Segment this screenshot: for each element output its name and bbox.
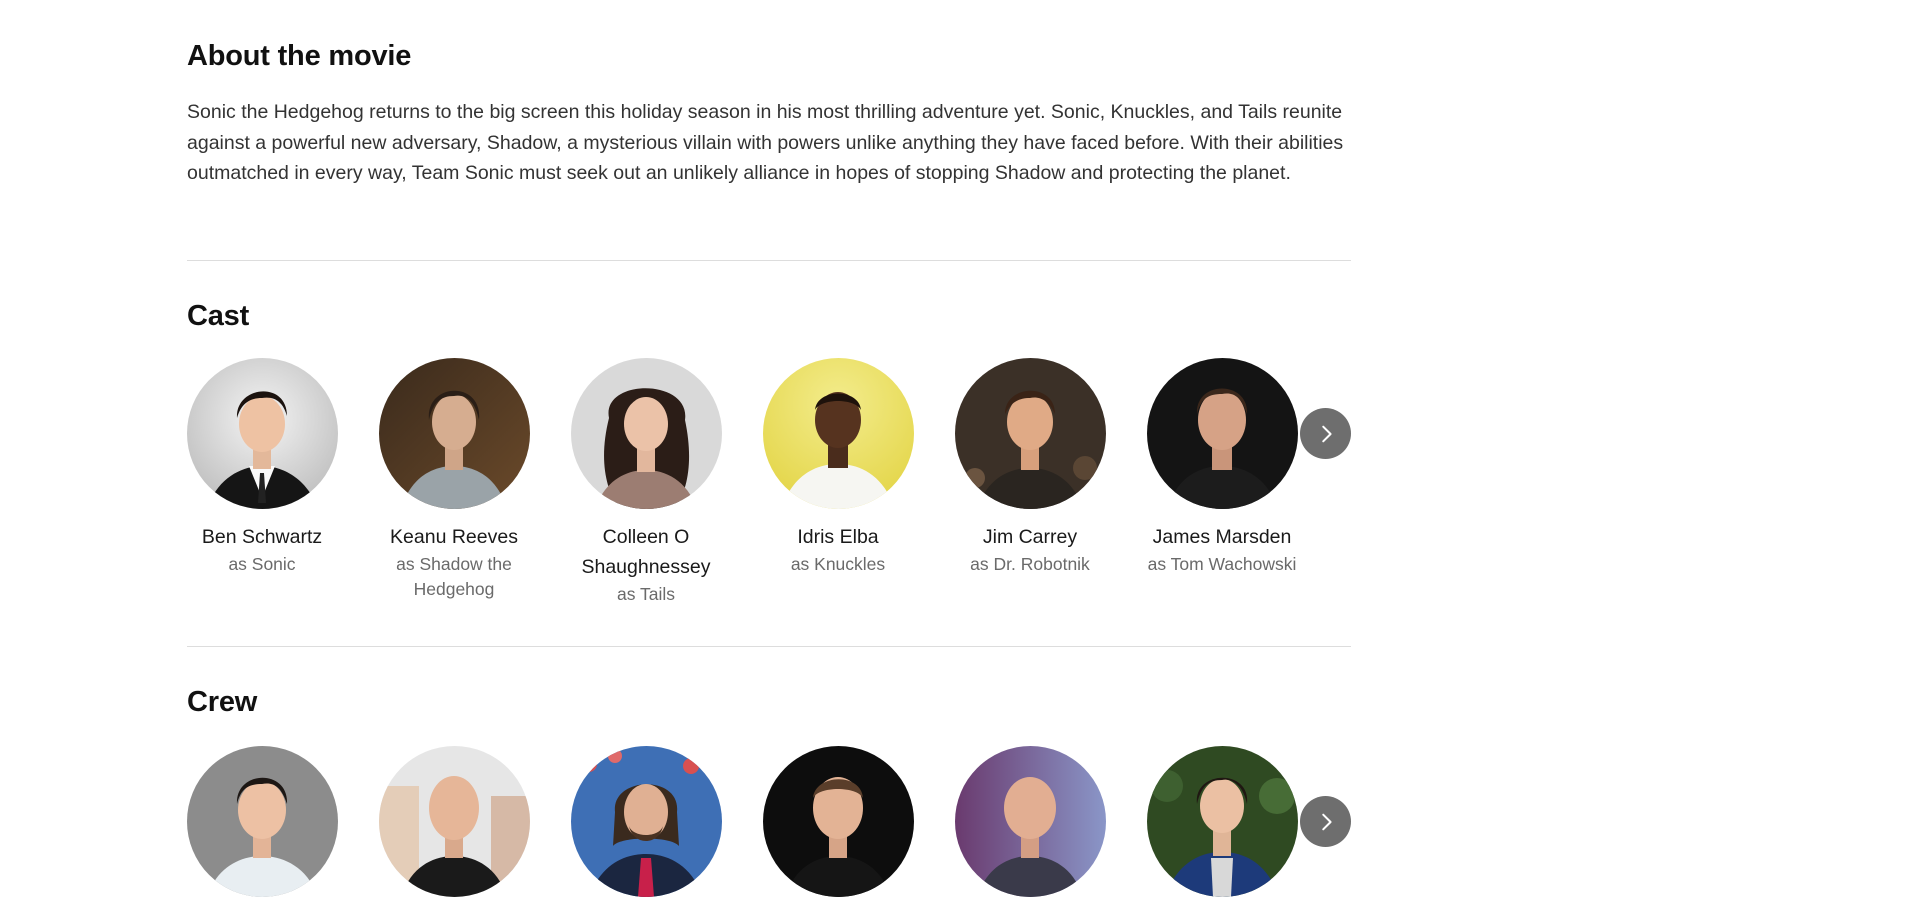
cast-name: Keanu Reeves bbox=[390, 526, 518, 548]
crew-member[interactable] bbox=[950, 746, 1110, 897]
avatar[interactable] bbox=[570, 358, 722, 509]
cast-title: Cast bbox=[187, 300, 250, 332]
divider bbox=[187, 260, 1351, 261]
avatar[interactable] bbox=[570, 746, 722, 897]
chevron-right-icon bbox=[1321, 813, 1332, 830]
crew-member[interactable] bbox=[374, 746, 534, 897]
avatar[interactable] bbox=[1146, 746, 1298, 897]
avatar[interactable] bbox=[378, 358, 530, 509]
avatar[interactable] bbox=[762, 358, 914, 509]
crew-title: Crew bbox=[187, 686, 258, 718]
about-description: Sonic the Hedgehog returns to the big sc… bbox=[187, 101, 1344, 184]
cast-name: Ben Schwartz bbox=[201, 526, 323, 548]
avatar[interactable] bbox=[954, 746, 1106, 897]
crew-carousel bbox=[186, 746, 1351, 905]
cast-role: as Shadow the Hedgehog bbox=[396, 554, 512, 599]
crew-member[interactable] bbox=[566, 746, 726, 897]
cast-member[interactable]: Jim Carrey as Dr. Robotnik bbox=[950, 358, 1110, 577]
cast-member[interactable]: Colleen O Shaughnessey as Tails bbox=[566, 358, 726, 607]
cast-role: as Knuckles bbox=[790, 554, 886, 574]
divider bbox=[187, 646, 1351, 647]
cast-name: Colleen O Shaughnessey bbox=[581, 526, 711, 578]
cast-member[interactable]: Ben Schwartz as Sonic bbox=[182, 358, 342, 577]
cast-member[interactable]: Keanu Reeves as Shadow the Hedgehog bbox=[374, 358, 534, 602]
cast-name: Jim Carrey bbox=[982, 526, 1078, 548]
avatar[interactable] bbox=[186, 746, 338, 897]
avatar[interactable] bbox=[954, 358, 1106, 509]
avatar[interactable] bbox=[762, 746, 914, 897]
cast-carousel: Ben Schwartz as Sonic Keanu Reeves as Sh… bbox=[186, 358, 1351, 618]
chevron-right-icon bbox=[1321, 425, 1332, 442]
cast-role: as Sonic bbox=[228, 554, 296, 574]
crew-member[interactable] bbox=[1142, 746, 1302, 897]
cast-role: as Dr. Robotnik bbox=[970, 554, 1090, 574]
crew-next-button[interactable] bbox=[1300, 796, 1351, 847]
cast-name: James Marsden bbox=[1152, 526, 1292, 548]
crew-member[interactable] bbox=[758, 746, 918, 897]
cast-role: as Tails bbox=[616, 584, 676, 604]
avatar[interactable] bbox=[378, 746, 530, 897]
movie-details-page: About the movie Sonic the Hedgehog retur… bbox=[0, 0, 1920, 905]
about-title: About the movie bbox=[187, 40, 412, 72]
cast-member[interactable]: James Marsden as Tom Wachowski bbox=[1142, 358, 1302, 577]
crew-member[interactable] bbox=[182, 746, 342, 897]
cast-name: Idris Elba bbox=[797, 526, 879, 548]
avatar[interactable] bbox=[1146, 358, 1298, 509]
avatar[interactable] bbox=[186, 358, 338, 509]
cast-next-button[interactable] bbox=[1300, 408, 1351, 459]
cast-role: as Tom Wachowski bbox=[1147, 554, 1297, 574]
cast-member[interactable]: Idris Elba as Knuckles bbox=[758, 358, 918, 577]
